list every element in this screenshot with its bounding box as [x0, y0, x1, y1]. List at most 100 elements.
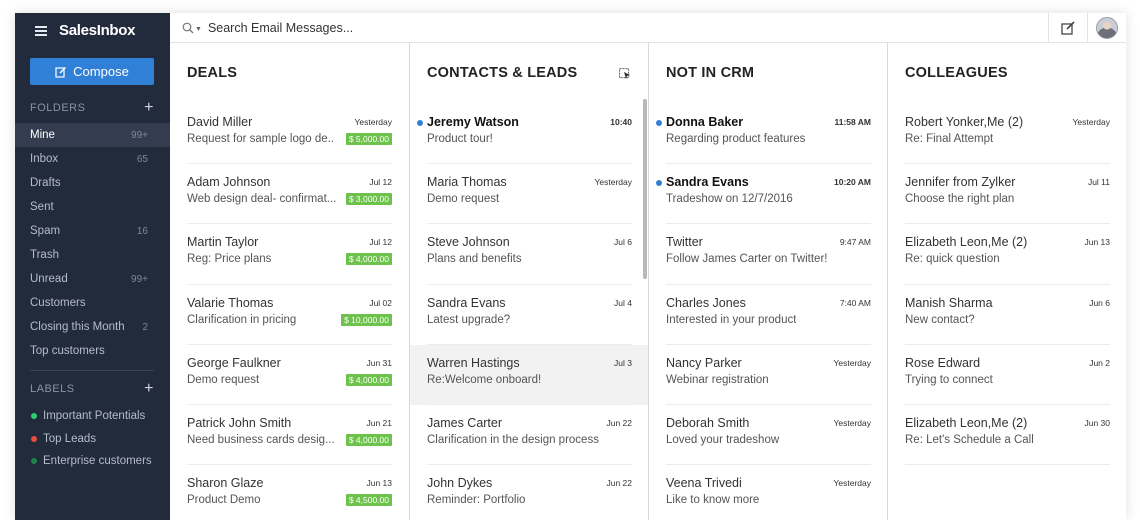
sidebar-folder-spam[interactable]: Spam 16: [15, 219, 170, 243]
sender-name: George Faulkner: [187, 355, 281, 370]
sidebar-folder-closing-this-month[interactable]: Closing this Month 2: [15, 315, 170, 339]
sender-name: Valarie Thomas: [187, 295, 274, 310]
email-list-item[interactable]: Patrick John Smith Jun 21 Need business ca…: [170, 405, 409, 466]
email-list-item[interactable]: Jeremy Watson 10:40 Product tour!: [410, 104, 649, 165]
sender-name: Steve Johnson: [427, 235, 510, 250]
email-list-item[interactable]: Jennifer from Zylker Jul 11 Choose the rig…: [888, 164, 1126, 225]
folder-label: Drafts: [30, 177, 61, 189]
colleagues-column: COLLEAGUES Robert Yonker,Me (2) Yesterday…: [887, 43, 1126, 520]
email-subject: Choose the right plan: [905, 193, 1015, 206]
email-list-item[interactable]: Twitter 9:47 AM Follow James Carter on Twi…: [649, 224, 888, 285]
sender-name: Elizabeth Leon,Me (2): [905, 235, 1028, 250]
email-subject: Request for sample logo de..: [187, 133, 335, 145]
user-avatar-button[interactable]: [1087, 13, 1125, 43]
email-list-item[interactable]: Manish Sharma Jun 6 New contact?: [888, 285, 1126, 345]
sender-name: Sharon Glaze: [187, 476, 264, 491]
email-list-item[interactable]: Martin Taylor Jul 12 Reg: Price plans $ 4,0…: [170, 224, 409, 285]
email-list-item[interactable]: James Carter Jun 22 Clarification in the d…: [410, 405, 649, 466]
sender-name: Patrick John Smith: [187, 415, 292, 430]
email-list-item[interactable]: Charles Jones 7:40 AM Interested in your p…: [649, 285, 888, 345]
sidebar-label-important-potentials[interactable]: Important Potentials: [15, 405, 170, 428]
email-date: Yesterday: [833, 357, 872, 368]
email-list-item[interactable]: Rose Edward Jun 2 Trying to connect: [888, 345, 1126, 406]
folder-label: Closing this Month: [30, 321, 125, 333]
email-list-item[interactable]: Sandra Evans Jul 4 Latest upgrade?: [410, 285, 649, 345]
email-list-item[interactable]: Veena Trivedi Yesterday Like to know more: [649, 465, 888, 520]
folder-label: Inbox: [30, 153, 59, 165]
sidebar-label-enterprise-customers[interactable]: Enterprise customers: [15, 450, 170, 473]
column-title: COLLEAGUES: [905, 65, 1008, 81]
folder-count-badge: 2: [142, 321, 148, 333]
email-list-item[interactable]: Robert Yonker,Me (2) Yesterday Re: Final A…: [888, 104, 1126, 165]
add-folder-plus-icon[interactable]: +: [144, 99, 154, 117]
sidebar-label-top-leads[interactable]: Top Leads: [15, 428, 170, 451]
column-scrollbar[interactable]: [643, 99, 647, 279]
sender-name: John Dykes: [427, 476, 493, 491]
sidebar-folder-drafts[interactable]: Drafts: [15, 171, 170, 195]
sidebar-folder-sent[interactable]: Sent: [15, 195, 170, 219]
sidebar-folder-customers[interactable]: Customers: [15, 291, 170, 315]
search-icon[interactable]: [182, 22, 194, 34]
email-list-item[interactable]: Maria Thomas Yesterday Demo request: [410, 164, 649, 225]
email-date: Jun 13: [1084, 237, 1110, 248]
email-subject: Trying to connect: [905, 373, 993, 386]
labels-title: LABELS: [30, 383, 75, 395]
sidebar-folder-trash[interactable]: Trash: [15, 243, 170, 267]
email-subject: Demo request: [427, 193, 500, 206]
sidebar-folder-unread[interactable]: Unread 99+: [15, 267, 170, 291]
sender-name: Deborah Smith: [666, 415, 750, 430]
sender-name: Elizabeth Leon,Me (2): [905, 415, 1028, 430]
email-list-item[interactable]: Nancy Parker Yesterday Webinar registratio…: [649, 345, 888, 406]
folders-header: FOLDERS +: [30, 99, 154, 117]
email-list-item[interactable]: Elizabeth Leon,Me (2) Jun 13 Re: quick que…: [888, 224, 1126, 285]
not-in-crm-column: NOT IN CRM Donna Baker 11:58 AM Regarding …: [648, 43, 887, 520]
sender-name: Manish Sharma: [905, 295, 993, 310]
new-note-icon: [1060, 21, 1075, 35]
email-list-item[interactable]: Steve Johnson Jul 6 Plans and benefits: [410, 224, 649, 285]
sender-name: Martin Taylor: [187, 235, 259, 250]
hamburger-menu-icon[interactable]: [35, 25, 47, 36]
email-date: Jul 4: [614, 297, 632, 308]
email-list-item[interactable]: John Dykes Jun 22 Reminder: Portfolio: [410, 465, 649, 520]
email-list-item[interactable]: Sharon Glaze Jun 13 Product Demo $ 4,500.00: [170, 465, 409, 520]
email-subject: Follow James Carter on Twitter!: [666, 253, 828, 266]
label-color-dot-icon: [31, 458, 37, 465]
deal-amount-badge: $ 4,000.00: [345, 373, 392, 386]
email-subject: Demo request: [187, 373, 260, 386]
compose-button[interactable]: Compose: [30, 58, 154, 85]
email-list-item[interactable]: Donna Baker 11:58 AM Regarding product fea…: [649, 104, 888, 165]
email-list-item[interactable]: Adam Johnson Jul 12 Web design deal- confi…: [170, 164, 409, 225]
sidebar-folder-mine[interactable]: Mine 99+: [15, 123, 170, 147]
contacts-leads-column: CONTACTS & LEADS Jeremy Watson 10:40 Produ…: [409, 43, 649, 520]
email-list-item[interactable]: Elizabeth Leon,Me (2) Jun 30 Re: Let's Sch…: [888, 405, 1126, 466]
email-list-item[interactable]: Sandra Evans 10:20 AM Tradeshow on 12/7/20…: [649, 164, 888, 225]
new-note-button[interactable]: [1048, 13, 1086, 43]
brand-name: SalesInbox: [59, 21, 136, 39]
email-date: Yesterday: [594, 177, 633, 188]
email-subject: Plans and benefits: [427, 253, 522, 266]
email-list-item[interactable]: Deborah Smith Yesterday Loved your tradesh…: [649, 405, 888, 466]
email-list-item[interactable]: Warren Hastings Jul 3 Re:Welcome onboard!: [410, 344, 649, 406]
sender-name: Warren Hastings: [427, 355, 520, 370]
search-options-chevron-down-icon[interactable]: ▼: [195, 26, 202, 33]
email-subject: Product Demo: [187, 494, 261, 507]
email-list-item[interactable]: Valarie Thomas Jul 02 Clarification in pri…: [170, 285, 409, 345]
sidebar-folder-inbox[interactable]: Inbox 65: [15, 147, 170, 171]
deal-amount-badge: $ 4,500.00: [345, 494, 392, 507]
search-input[interactable]: [207, 21, 608, 35]
add-label-plus-icon[interactable]: +: [144, 380, 154, 398]
label-color-dot-icon: [31, 413, 37, 420]
select-cursor-icon[interactable]: [619, 67, 631, 85]
email-list-item[interactable]: George Faulkner Jun 31 Demo request $ 4,000…: [170, 345, 409, 406]
sender-name: Donna Baker: [666, 115, 744, 129]
contacts-leads-list: Jeremy Watson 10:40 Product tour! Maria Tho…: [410, 104, 649, 520]
labels-header: LABELS +: [30, 380, 154, 398]
salesinbox-app: SalesInbox Compose FOLDERS + Mine 99+ Inbo…: [15, 13, 1126, 520]
email-list-item[interactable]: David Miller Yesterday Request for sample …: [170, 104, 409, 165]
deal-amount-badge: $ 4,000.00: [345, 253, 392, 266]
email-date: Yesterday: [833, 417, 872, 428]
column-title: DEALS: [187, 65, 238, 81]
sidebar-folder-top-customers[interactable]: Top customers: [15, 339, 170, 363]
email-date: 11:58 AM: [834, 117, 871, 127]
folder-label: Mine: [30, 129, 55, 141]
